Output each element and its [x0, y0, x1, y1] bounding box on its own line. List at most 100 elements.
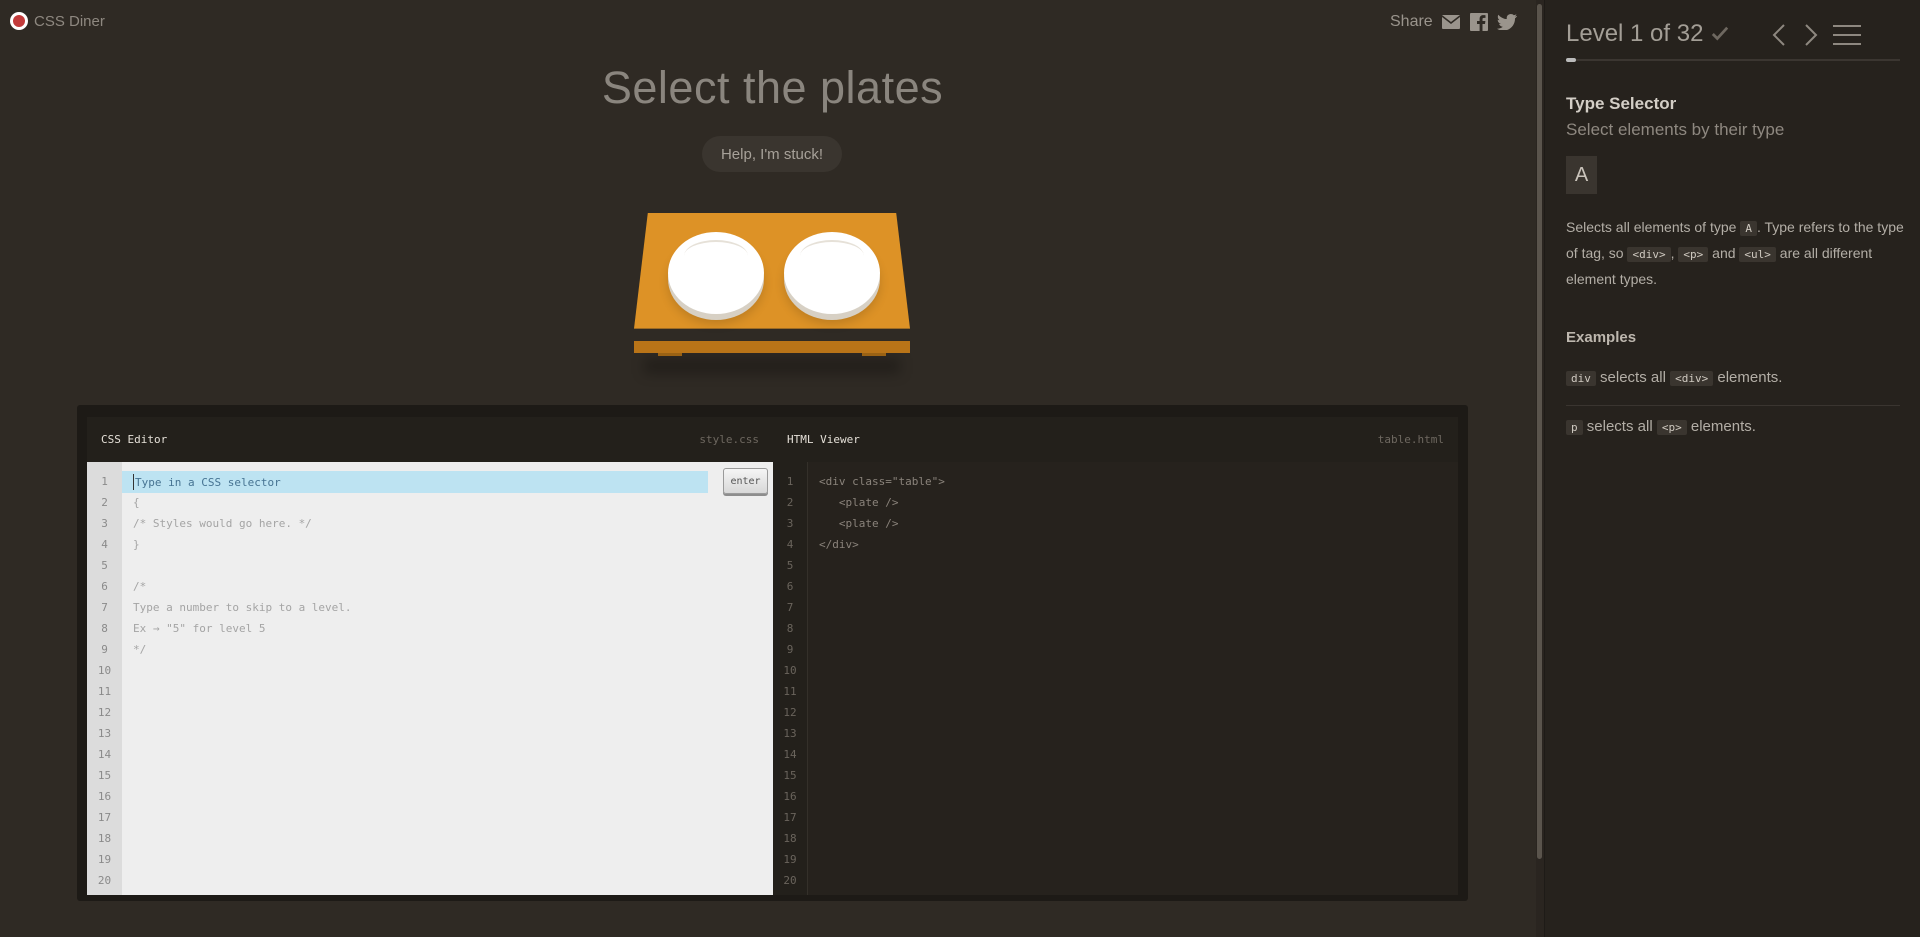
line-number: 15	[97, 769, 112, 782]
code-line: <div class="table">	[819, 475, 945, 488]
line-number: 3	[101, 517, 108, 530]
level-label: Level 1 of 32	[1566, 20, 1704, 47]
line-number: 4	[786, 538, 794, 551]
code-tag: p	[1566, 420, 1583, 435]
facebook-icon[interactable]	[1469, 12, 1489, 32]
html-viewer: HTML Viewer table.html 1 2 3 4 5 6 7 8 9 10 11 12 13…	[773, 417, 1458, 895]
code-line: {	[133, 496, 140, 509]
selector-syntax: A	[1566, 156, 1597, 194]
code-tag: <ul>	[1739, 247, 1776, 262]
logo-text: CSS Diner	[34, 12, 105, 30]
line-number: 4	[101, 538, 108, 551]
code-line: }	[133, 538, 140, 551]
line-number: 11	[783, 685, 797, 698]
code-tag: <p>	[1656, 420, 1687, 435]
selector-subtitle: Select elements by their type	[1566, 120, 1785, 139]
examples-heading: Examples	[1566, 329, 1637, 346]
scrollbar-thumb[interactable]	[1537, 4, 1542, 859]
level-indicator: Level 1 of 32	[1566, 20, 1729, 48]
twitter-icon[interactable]	[1496, 12, 1517, 32]
example-text: selects all	[1595, 369, 1671, 386]
previous-level-icon[interactable]	[1767, 22, 1791, 48]
code-line: <plate />	[819, 496, 899, 509]
line-number: 2	[101, 496, 108, 509]
html-viewer-filename: table.html	[1377, 433, 1444, 446]
line-number: 17	[97, 811, 112, 824]
line-number: 7	[101, 601, 108, 614]
css-editor: CSS Editor style.css 1 2 3 4 5 6 7 8 9 10 11 12 13 14…	[87, 417, 773, 895]
line-number: 11	[97, 685, 112, 698]
level-instruction: Select the plates	[601, 62, 944, 113]
divider	[1566, 405, 1900, 406]
next-level-icon[interactable]	[1799, 22, 1823, 48]
logo[interactable]: CSS Diner	[10, 12, 105, 30]
css-editor-header: CSS Editor style.css	[87, 417, 773, 462]
line-number: 8	[786, 622, 794, 635]
logo-icon	[10, 12, 28, 30]
line-number: 20	[783, 874, 797, 887]
plate[interactable]	[784, 232, 880, 314]
progress-fill	[1566, 58, 1577, 62]
line-number: 9	[101, 643, 108, 656]
line-number: 7	[786, 601, 794, 614]
code-line: */	[133, 643, 147, 656]
line-number: 9	[786, 643, 794, 656]
plate[interactable]	[668, 232, 764, 314]
help-button[interactable]: Help, I'm stuck!	[702, 136, 842, 172]
line-number: 10	[783, 664, 797, 677]
css-code-area: enter {/* Styles would go here. */} /* Typ…	[122, 462, 773, 895]
html-viewer-title: HTML Viewer	[787, 433, 860, 446]
line-number: 18	[783, 832, 797, 845]
table	[634, 210, 910, 374]
description-text: Selects all elements of type	[1566, 219, 1741, 235]
example-text: selects all	[1582, 418, 1657, 435]
editor-panel: CSS Editor style.css 1 2 3 4 5 6 7 8 9 10 11 12 13 14…	[77, 405, 1468, 901]
enter-button[interactable]: enter	[723, 468, 768, 494]
line-number: 2	[786, 496, 794, 509]
line-number: 19	[783, 853, 797, 866]
sidebar: Level 1 of 32 Type Selector Select eleme…	[1544, 0, 1920, 937]
line-number: 16	[97, 790, 112, 803]
menu-icon[interactable]	[1833, 22, 1861, 48]
line-number: 5	[786, 559, 794, 572]
line-number: 17	[783, 811, 797, 824]
css-editor-filename: style.css	[699, 433, 759, 446]
line-number: 13	[783, 727, 797, 740]
example-text: elements.	[1713, 369, 1783, 386]
css-selector-input[interactable]	[133, 474, 693, 490]
mail-icon[interactable]	[1441, 12, 1461, 32]
line-number: 13	[97, 727, 112, 740]
css-editor-title: CSS Editor	[101, 433, 168, 446]
line-number: 6	[101, 580, 108, 593]
line-number: 20	[97, 874, 112, 887]
line-numbers: 1 2 3 4 5 6 7 8 9 10 11 12 13 14 15 16 17 18 19 20	[773, 462, 808, 895]
line-numbers: 1 2 3 4 5 6 7 8 9 10 11 12 13 14 15 16 17 18 19 20	[87, 462, 122, 895]
line-number: 16	[783, 790, 797, 803]
line-number: 3	[786, 517, 794, 530]
selector-name: Type Selector	[1566, 94, 1677, 113]
code-line: /* Styles would go here. */	[133, 517, 312, 530]
example-row: div selects all <div> elements.	[1566, 369, 1782, 386]
example-text: elements.	[1686, 418, 1756, 435]
line-number: 19	[97, 853, 112, 866]
line-number: 15	[783, 769, 797, 782]
